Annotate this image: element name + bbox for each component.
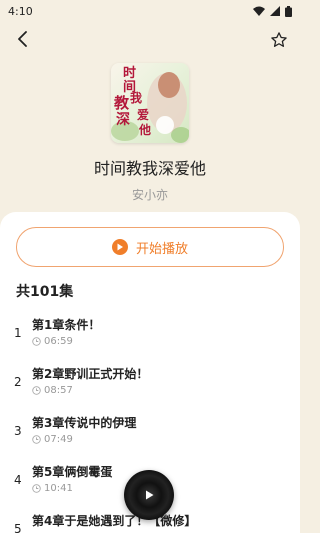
book-author[interactable]: 安小亦 bbox=[0, 186, 300, 203]
favorite-button[interactable] bbox=[268, 29, 290, 51]
cover-title-char: 教 bbox=[114, 94, 130, 112]
episode-index: 4 bbox=[14, 473, 22, 487]
episode-index: 5 bbox=[14, 522, 22, 533]
episode-index: 2 bbox=[14, 375, 22, 389]
status-bar: 4:10 bbox=[0, 0, 300, 22]
star-outline-icon bbox=[271, 32, 287, 47]
status-icons bbox=[253, 5, 292, 17]
episode-duration: 08:57 bbox=[32, 385, 73, 396]
episode-title: 第2章野训正式开始！ bbox=[32, 367, 149, 381]
duration-text: 07:49 bbox=[44, 434, 73, 445]
list-item[interactable]: 1 第1章条件！ 06:59 bbox=[0, 314, 300, 363]
book-cover: 时 间 教 我 深 爱 他 bbox=[111, 63, 189, 143]
clock-icon bbox=[32, 435, 41, 444]
mini-player-button[interactable] bbox=[124, 470, 174, 520]
episode-duration: 10:41 bbox=[32, 483, 73, 494]
play-icon bbox=[111, 239, 128, 255]
chevron-left-icon bbox=[18, 31, 27, 47]
cover-title-char: 他 bbox=[139, 123, 152, 137]
cover-title-char: 深 bbox=[116, 112, 130, 128]
clock-icon bbox=[32, 484, 41, 493]
wifi-icon bbox=[253, 6, 265, 16]
book-title: 时间教我深爱他 bbox=[93, 159, 206, 178]
clock-icon bbox=[32, 337, 41, 346]
play-all-button[interactable]: 开始播放 bbox=[16, 227, 284, 267]
episode-title: 第5章俩倒霉蛋 bbox=[32, 465, 113, 479]
status-time: 4:10 bbox=[8, 4, 33, 18]
episode-index: 3 bbox=[14, 424, 22, 438]
episode-title: 第3章传说中的伊理 bbox=[32, 416, 137, 430]
play-all-label: 开始播放 bbox=[135, 241, 188, 257]
cover-title-char: 我 bbox=[130, 91, 143, 105]
cover-title-char: 爱 bbox=[137, 108, 150, 122]
list-item[interactable]: 3 第3章传说中的伊理 07:49 bbox=[0, 412, 300, 461]
cover-title-char: 时 bbox=[123, 66, 137, 81]
battery-icon bbox=[285, 5, 292, 17]
clock-icon bbox=[32, 386, 41, 395]
play-icon bbox=[146, 490, 154, 500]
list-item[interactable]: 2 第2章野训正式开始！ 08:57 bbox=[0, 363, 300, 412]
episode-count: 共101集 bbox=[16, 284, 74, 300]
episode-title: 第1章条件！ bbox=[32, 318, 101, 332]
episode-index: 1 bbox=[14, 326, 22, 340]
back-button[interactable] bbox=[12, 28, 34, 50]
episode-title: 第4章于是她遇到了！【微修】 bbox=[32, 514, 197, 528]
episode-duration: 07:49 bbox=[32, 434, 73, 445]
duration-text: 08:57 bbox=[44, 385, 73, 396]
duration-text: 06:59 bbox=[44, 336, 73, 347]
episode-duration: 06:59 bbox=[32, 336, 73, 347]
duration-text: 10:41 bbox=[44, 483, 73, 494]
signal-icon bbox=[270, 6, 280, 16]
